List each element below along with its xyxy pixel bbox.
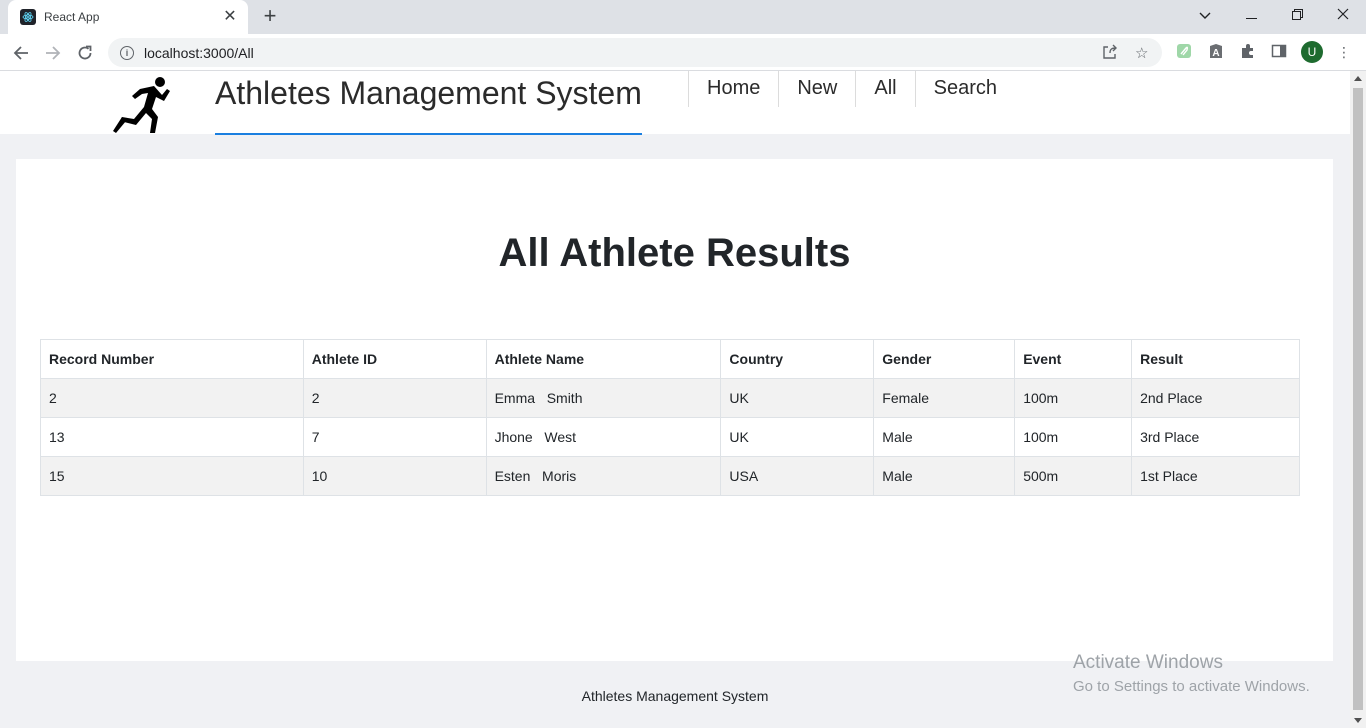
site-brand-title[interactable]: Athletes Management System [215,71,642,135]
address-bar[interactable]: i localhost:3000/All ☆ [108,38,1162,67]
watermark-title: Activate Windows [1073,652,1223,673]
table-cell: 1st Place [1131,456,1300,496]
table-cell: Male [873,417,1016,457]
table-cell: 2nd Place [1131,378,1300,418]
page-title: All Athlete Results [498,231,851,275]
column-header-event: Event [1014,339,1133,379]
table-cell: 2 [40,378,304,418]
column-header-athlete-name: Athlete Name [485,339,722,379]
scrollbar-thumb[interactable] [1353,88,1363,710]
share-icon[interactable] [1102,44,1118,64]
column-header-gender: Gender [873,339,1016,379]
table-cell: UK [720,378,875,418]
web-page: Athletes Management System Home New All … [0,71,1350,728]
table-row: 13 7 Jhone West UK Male 100m 3rd Place [40,417,1300,457]
extension-a-icon[interactable]: A [1207,43,1225,61]
close-window-icon[interactable] [1328,4,1358,28]
bookmark-star-icon[interactable]: ☆ [1135,44,1148,62]
minimize-icon[interactable] [1236,4,1266,28]
column-header-country: Country [720,339,875,379]
column-header-athlete-id: Athlete ID [302,339,487,379]
table-header-row: Record Number Athlete ID Athlete Name Co… [40,339,1300,379]
results-card: All Athlete Results Record Number Athlet… [16,159,1333,661]
table-cell: 100m [1014,417,1133,457]
table-row: 15 10 Esten Moris USA Male 500m 1st Plac… [40,456,1300,496]
scroll-up-arrow-icon[interactable] [1354,76,1362,81]
browser-tab-bar: React App ✕ + [0,0,1366,34]
table-cell: 7 [302,417,487,457]
page-scrollbar[interactable] [1350,71,1366,728]
new-tab-icon[interactable]: + [258,5,282,29]
sprinter-logo-icon[interactable] [110,73,174,135]
watermark-subtitle: Go to Settings to activate Windows. [1073,678,1310,695]
nav-item-home[interactable]: Home [688,71,778,107]
column-header-record-number: Record Number [40,339,304,379]
table-cell: 2 [302,378,487,418]
nav-item-all[interactable]: All [855,71,914,107]
table-cell: Male [873,456,1016,496]
table-cell: 500m [1014,456,1133,496]
url-text: localhost:3000/All [144,44,254,61]
table-cell: Jhone West [485,417,722,457]
results-table: Record Number Athlete ID Athlete Name Co… [40,339,1300,496]
table-cell: UK [720,417,875,457]
tab-close-icon[interactable]: ✕ [222,9,238,25]
windows-activation-watermark: Activate Windows Go to Settings to activ… [1073,652,1310,695]
browser-toolbar: i localhost:3000/All ☆ A U ⋮ [0,34,1366,71]
site-info-icon[interactable]: i [120,45,134,60]
table-cell: Female [873,378,1016,418]
table-cell: 3rd Place [1131,417,1300,457]
table-cell: USA [720,456,875,496]
react-favicon-icon [20,9,36,25]
table-cell: 100m [1014,378,1133,418]
scroll-down-arrow-icon[interactable] [1354,718,1362,723]
tab-search-chevron-icon[interactable] [1190,4,1220,28]
table-cell: Esten Moris [485,456,722,496]
back-icon[interactable] [8,40,34,66]
nav-item-new[interactable]: New [778,71,855,107]
forward-icon[interactable] [40,40,66,66]
extension-clip-icon[interactable] [1175,43,1193,61]
svg-text:A: A [1212,48,1219,59]
site-header: Athletes Management System Home New All … [0,71,1350,135]
table-row: 2 2 Emma Smith UK Female 100m 2nd Place [40,378,1300,418]
column-header-result: Result [1131,339,1300,379]
table-cell: 10 [302,456,487,496]
nav-item-search[interactable]: Search [914,71,1015,107]
table-cell: 13 [40,417,304,457]
table-cell: 15 [40,456,304,496]
extensions-puzzle-icon[interactable] [1239,43,1257,61]
browser-tab[interactable]: React App ✕ [8,0,248,34]
tab-title: React App [44,10,100,24]
more-menu-icon[interactable]: ⋮ [1335,43,1353,61]
reload-icon[interactable] [72,40,98,66]
side-panel-icon[interactable] [1270,43,1288,61]
main-nav: Home New All Search [688,71,1015,107]
profile-avatar[interactable]: U [1301,41,1323,63]
restore-icon[interactable] [1282,4,1312,28]
table-cell: Emma Smith [485,378,722,418]
